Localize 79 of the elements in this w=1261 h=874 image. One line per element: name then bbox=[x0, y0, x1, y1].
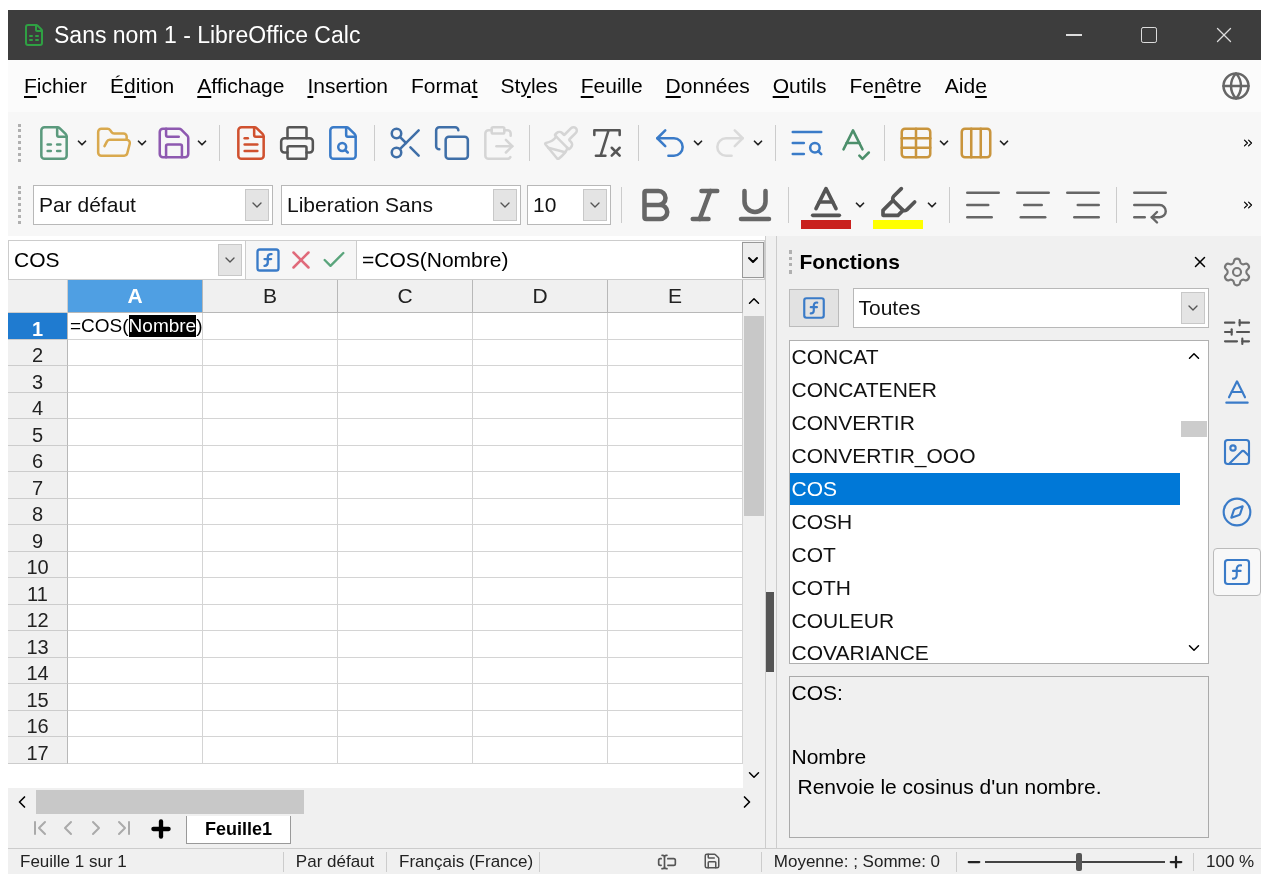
scrollbar-thumb[interactable] bbox=[1180, 421, 1207, 437]
row-header[interactable]: 12 bbox=[8, 604, 68, 631]
selection-summary: Moyenne: ; Somme: 0 bbox=[761, 851, 957, 872]
save-status-icon[interactable] bbox=[702, 851, 721, 870]
menu-item[interactable]: Outils bbox=[764, 74, 842, 98]
row-header[interactable]: 16 bbox=[8, 710, 68, 737]
splitter-handle[interactable] bbox=[766, 592, 774, 672]
spreadsheet-icon bbox=[22, 23, 46, 47]
row-header[interactable]: 17 bbox=[8, 737, 68, 764]
function-item[interactable]: COULEUR bbox=[789, 604, 1180, 637]
sheet-tab[interactable]: Feuille1 bbox=[186, 816, 292, 844]
function-item[interactable]: COT bbox=[789, 538, 1180, 572]
row-header[interactable]: 10 bbox=[8, 551, 68, 578]
function-description: Renvoie le cosinus d'un nombre. bbox=[796, 775, 1103, 799]
menu-item[interactable]: Édition bbox=[102, 74, 190, 98]
row-header[interactable]: 4 bbox=[8, 392, 68, 419]
window-title: Sans nom 1 - LibreOffice Calc bbox=[54, 21, 361, 49]
overflow-icon[interactable] bbox=[1241, 198, 1255, 212]
menu-item[interactable]: Affichage bbox=[189, 74, 300, 98]
category-dropdown[interactable]: Toutes bbox=[852, 288, 1209, 328]
vertical-scrollbar[interactable] bbox=[743, 280, 765, 788]
language: Français (France) bbox=[387, 851, 540, 872]
function-item[interactable]: COS bbox=[789, 472, 1180, 506]
function-item[interactable]: CONVERTIR bbox=[789, 406, 1180, 440]
page-style: Par défaut bbox=[283, 851, 387, 872]
scrollbar-thumb[interactable] bbox=[36, 790, 304, 814]
maximize-icon bbox=[1138, 25, 1159, 45]
insert-function-button[interactable] bbox=[788, 289, 839, 327]
argument-name: Nombre bbox=[791, 745, 868, 769]
horizontal-scrollbar[interactable] bbox=[8, 788, 765, 816]
row-header[interactable]: 5 bbox=[8, 419, 68, 446]
column-header[interactable]: D bbox=[473, 280, 608, 313]
menu-item[interactable]: Fichier bbox=[16, 74, 102, 98]
menu-item[interactable]: Aide bbox=[936, 74, 1002, 98]
column-header[interactable]: C bbox=[338, 280, 473, 313]
row-header[interactable]: 3 bbox=[8, 366, 68, 393]
menu-item[interactable]: Données bbox=[657, 74, 765, 98]
font-dropdown[interactable]: Liberation Sans bbox=[281, 185, 521, 225]
menu-item[interactable]: Feuille bbox=[572, 74, 658, 98]
add-sheet-icon[interactable] bbox=[148, 816, 174, 842]
name-box[interactable]: COS bbox=[9, 241, 246, 279]
expand-formula-button[interactable] bbox=[742, 242, 764, 278]
sheet-indicator: Feuille 1 sur 1 bbox=[8, 851, 284, 872]
function-wizard-icon[interactable] bbox=[254, 246, 282, 274]
row-header[interactable]: 8 bbox=[8, 498, 68, 525]
function-signature: COS: bbox=[791, 681, 844, 705]
function-item[interactable]: COTH bbox=[789, 571, 1180, 605]
formula-input[interactable]: =COS(Nombre) bbox=[356, 241, 742, 279]
function-item[interactable]: CONCATENER bbox=[789, 373, 1180, 407]
panel-title: Fonctions bbox=[799, 250, 900, 274]
function-item[interactable]: COVARIANCE bbox=[789, 637, 1180, 670]
style-dropdown[interactable]: Par défaut bbox=[33, 185, 273, 225]
font-size-dropdown[interactable]: 10 bbox=[527, 185, 611, 225]
column-header[interactable]: B bbox=[203, 280, 338, 313]
overflow-icon[interactable] bbox=[1241, 136, 1255, 150]
row-header[interactable]: 15 bbox=[8, 684, 68, 711]
function-item[interactable]: CONCAT bbox=[789, 341, 1180, 374]
menu-item[interactable]: Styles bbox=[492, 74, 573, 98]
menu-item[interactable]: Insertion bbox=[299, 74, 403, 98]
row-header[interactable]: 14 bbox=[8, 657, 68, 684]
column-header[interactable]: E bbox=[608, 280, 743, 313]
row-header[interactable]: 6 bbox=[8, 445, 68, 472]
compass-icon bbox=[1220, 496, 1253, 528]
globe-icon[interactable] bbox=[1221, 71, 1251, 101]
row-header[interactable]: 7 bbox=[8, 472, 68, 499]
scrollbar-thumb[interactable] bbox=[744, 316, 764, 516]
function-icon bbox=[800, 295, 827, 321]
sidebar-tab[interactable] bbox=[1212, 548, 1261, 596]
row-header[interactable]: 1 bbox=[8, 313, 68, 340]
menu-item[interactable]: Format bbox=[403, 74, 493, 98]
row-header[interactable]: 2 bbox=[8, 339, 68, 366]
row-header[interactable]: 11 bbox=[8, 578, 68, 605]
zoom-reading: 100 % bbox=[1204, 851, 1256, 872]
menu-item[interactable]: Fenêtre bbox=[841, 74, 937, 98]
row-header[interactable]: 9 bbox=[8, 525, 68, 552]
function-item[interactable]: COSH bbox=[789, 505, 1180, 539]
row-header[interactable]: 13 bbox=[8, 631, 68, 658]
minimize-icon bbox=[1065, 34, 1082, 36]
function-item[interactable]: CONVERTIR_OOO bbox=[789, 439, 1180, 473]
